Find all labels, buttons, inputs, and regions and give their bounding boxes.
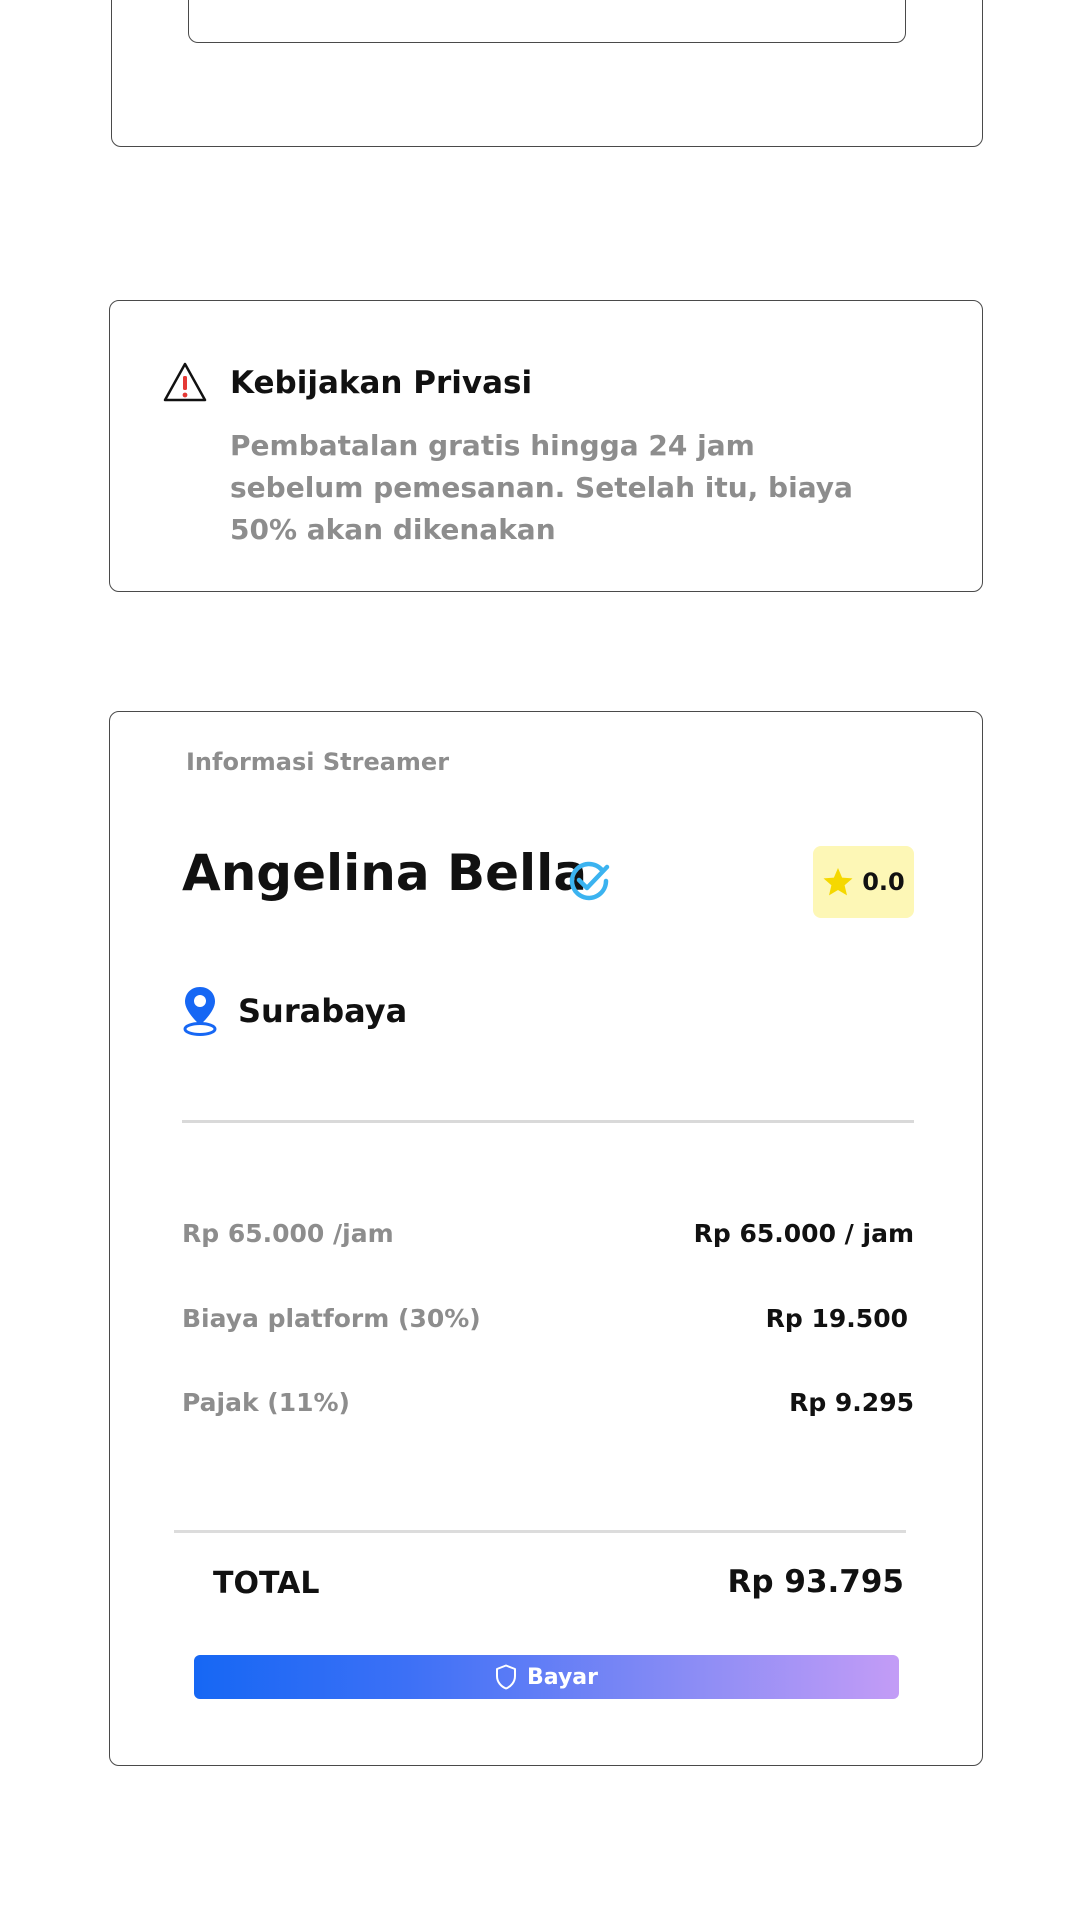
location-text: Surabaya	[238, 992, 408, 1030]
top-card	[111, 0, 983, 147]
top-card-inner-box	[188, 0, 906, 43]
rating-badge: 0.0	[813, 846, 914, 918]
warning-icon	[162, 361, 208, 403]
divider	[174, 1530, 906, 1533]
privacy-policy-card: Kebijakan Privasi Pembatalan gratis hing…	[109, 300, 983, 592]
location-pin-icon	[182, 985, 218, 1037]
tax-value: Rp 9.295	[789, 1388, 914, 1417]
streamer-info-card: Informasi Streamer Angelina Bella 0.0 Su…	[109, 711, 983, 1766]
hourly-rate-value: Rp 65.000 / jam	[693, 1219, 914, 1248]
privacy-description: Pembatalan gratis hingga 24 jam sebelum …	[230, 429, 853, 546]
section-label: Informasi Streamer	[186, 748, 450, 776]
privacy-title: Kebijakan Privasi	[230, 365, 533, 401]
rating-value: 0.0	[862, 868, 905, 896]
pay-button-label: Bayar	[527, 1664, 598, 1690]
shield-icon	[495, 1664, 517, 1690]
platform-fee-label: Biaya platform (30%)	[182, 1304, 481, 1333]
total-value: Rp 93.795	[727, 1564, 904, 1600]
streamer-name: Angelina Bella	[182, 844, 588, 902]
star-icon	[822, 866, 854, 898]
hourly-rate-label: Rp 65.000 /jam	[182, 1219, 394, 1248]
divider	[182, 1120, 914, 1123]
verified-check-icon	[566, 858, 612, 904]
total-label: TOTAL	[213, 1566, 320, 1601]
pay-button[interactable]: Bayar	[194, 1655, 899, 1699]
tax-label: Pajak (11%)	[182, 1388, 350, 1417]
platform-fee-value: Rp 19.500	[765, 1304, 908, 1333]
